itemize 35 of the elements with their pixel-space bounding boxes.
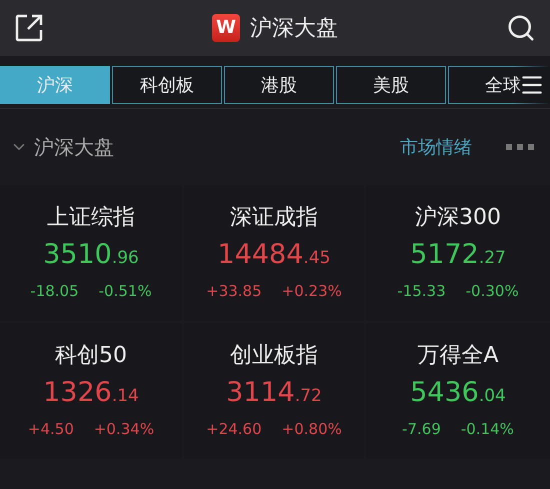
index-change: +24.60	[206, 419, 262, 440]
index-name: 万得全A	[417, 342, 499, 370]
index-change: -7.69	[402, 419, 441, 440]
index-change: -15.33	[397, 281, 446, 302]
index-name: 上证综指	[47, 204, 135, 232]
window-title: 沪深大盘	[250, 14, 338, 42]
app-logo: W	[212, 14, 240, 42]
market-tab[interactable]: 全球	[448, 66, 550, 104]
index-change: +33.85	[206, 281, 262, 302]
section-title: 沪深大盘	[34, 134, 114, 161]
index-percent: +0.80%	[282, 419, 342, 440]
index-percent: +0.23%	[282, 281, 342, 302]
index-name: 深证成指	[230, 204, 318, 232]
index-value: 5436.04	[410, 376, 506, 410]
index-value: 3510.96	[43, 238, 139, 272]
search-icon[interactable]	[506, 13, 536, 43]
market-sentiment-link[interactable]: 市场情绪	[400, 134, 472, 160]
index-name: 沪深300	[415, 204, 501, 232]
market-tab[interactable]: 科创板	[112, 66, 222, 104]
share-icon[interactable]	[14, 13, 44, 43]
index-name: 创业板指	[230, 342, 318, 370]
market-tab[interactable]: 港股	[224, 66, 334, 104]
index-change: +4.50	[28, 419, 74, 440]
index-name: 科创50	[55, 342, 127, 370]
index-value: 5172.27	[410, 238, 506, 272]
index-value: 14484.45	[218, 238, 330, 272]
index-percent: -0.51%	[98, 281, 152, 302]
more-icon[interactable]	[506, 143, 534, 151]
index-percent: +0.34%	[94, 419, 154, 440]
index-value: 3114.72	[226, 376, 322, 410]
index-percent: -0.30%	[466, 281, 519, 302]
market-tab[interactable]: 美股	[336, 66, 446, 104]
index-percent: -0.14%	[460, 419, 514, 440]
index-value: 1326.14	[43, 376, 139, 410]
index-change: -18.05	[30, 281, 79, 302]
